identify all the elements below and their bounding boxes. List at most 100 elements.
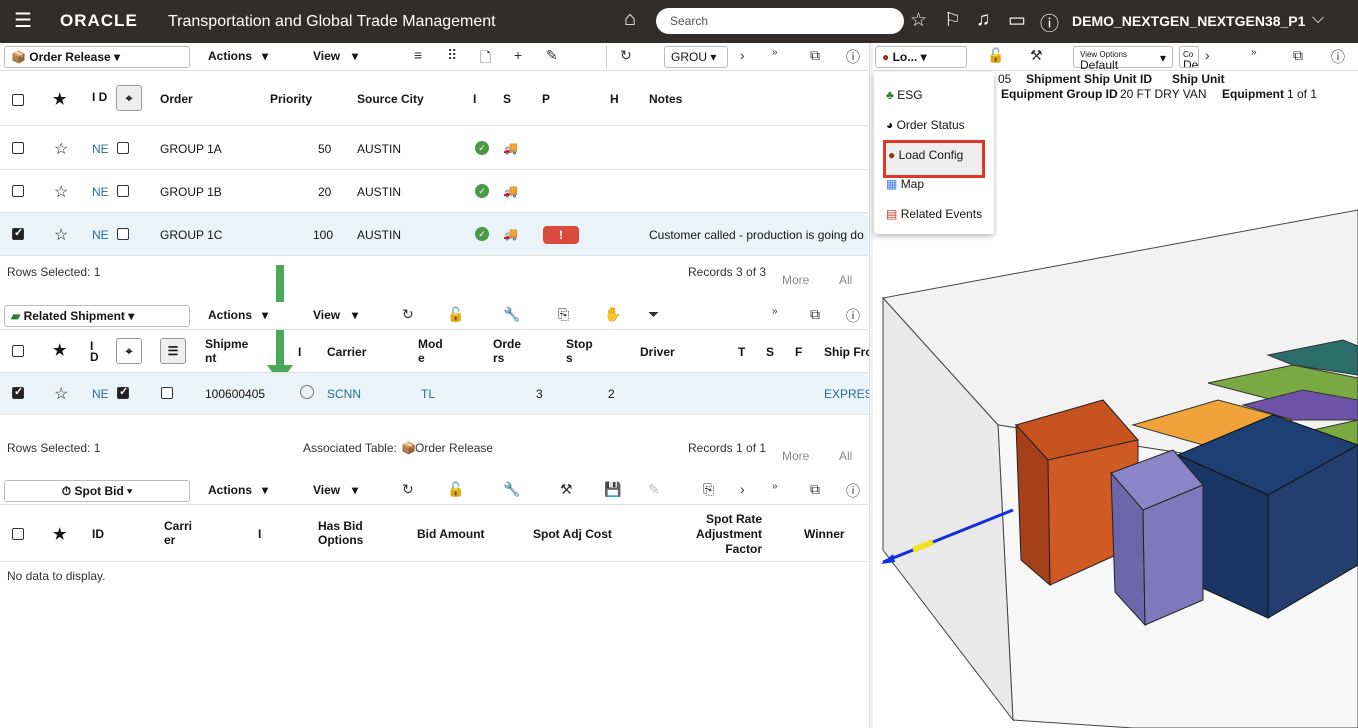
ship-from-cell[interactable]: EXPRES — [824, 387, 873, 401]
chevron-down-icon[interactable]: ▾ — [262, 308, 268, 322]
info-icon[interactable]: ⓘ — [846, 481, 860, 501]
column-order[interactable]: Order — [160, 92, 193, 106]
column-i[interactable]: I — [258, 527, 261, 541]
all-link[interactable]: All — [839, 273, 852, 287]
row-list-checkbox[interactable] — [161, 387, 173, 399]
copy-icon[interactable]: ⎘ — [703, 481, 714, 498]
column-mode[interactable]: Mod e — [418, 337, 448, 365]
column-notes[interactable]: Notes — [649, 92, 682, 106]
add-icon[interactable]: + — [514, 47, 522, 63]
refresh-icon[interactable]: ↻ — [620, 47, 632, 64]
column-s[interactable]: S — [503, 92, 511, 106]
table-row[interactable]: ☆ NE GROUP 1A 50 AUSTIN ✓ 🚚 — [0, 127, 868, 170]
map-pin-icon[interactable]: ⌖ — [116, 85, 142, 111]
lock-icon[interactable]: 🔓 — [987, 47, 1004, 64]
menu-item-esg[interactable]: ♣ ESG — [886, 88, 923, 102]
save-icon[interactable]: 💾 — [604, 481, 621, 498]
panel-selector[interactable]: ● Lo... ▾ — [875, 46, 967, 68]
refresh-icon[interactable]: ↻ — [402, 306, 414, 323]
overflow-icon[interactable]: » — [772, 306, 778, 317]
grid-icon[interactable]: ⠿ — [447, 47, 457, 64]
search-icon[interactable]: ⚲ — [880, 10, 892, 30]
search-input[interactable]: Search — [656, 8, 904, 34]
actions-menu[interactable]: Actions — [208, 308, 252, 322]
favorites-star-icon[interactable]: ☆ — [910, 9, 927, 32]
row-id[interactable]: NE — [92, 185, 109, 199]
row-id[interactable]: NE — [92, 228, 109, 242]
wrench-icon[interactable]: 🔧 — [503, 306, 520, 323]
overflow-icon[interactable]: » — [772, 481, 778, 492]
view-menu[interactable]: View — [313, 483, 340, 497]
chevron-right-icon[interactable]: › — [740, 47, 745, 63]
row-inner-checkbox[interactable] — [117, 228, 129, 240]
star-outline-icon[interactable]: ☆ — [54, 384, 68, 404]
filter-list-icon[interactable]: ≡ — [414, 47, 422, 63]
user-name[interactable]: DEMO_NEXTGEN_NEXTGEN38_P1 — [1072, 13, 1305, 29]
lock-icon[interactable]: 🔓 — [447, 481, 464, 498]
secondary-select[interactable]: Co De — [1179, 46, 1199, 68]
menu-item-map[interactable]: ▦ Map — [886, 177, 924, 191]
select-all-checkbox[interactable] — [12, 94, 24, 106]
messages-icon[interactable]: ▭ — [1008, 9, 1026, 32]
copy-icon[interactable]: ⎘ — [558, 306, 569, 323]
column-winner[interactable]: Winner — [804, 527, 845, 541]
all-link[interactable]: All — [839, 449, 852, 463]
chevron-down-icon[interactable]: ▾ — [352, 49, 358, 63]
menu-item-related-events[interactable]: ▤ Related Events — [886, 207, 982, 221]
radio-button[interactable] — [300, 385, 314, 399]
saved-query-select[interactable]: GROU ▾ — [664, 46, 728, 68]
open-external-icon[interactable]: ⧉ — [810, 306, 820, 323]
hand-icon[interactable]: ✋ — [604, 306, 621, 323]
column-f[interactable]: F — [795, 345, 802, 359]
column-ship-from[interactable]: Ship Fro — [824, 345, 873, 359]
column-stops[interactable]: Stop s — [566, 337, 600, 365]
column-source-city[interactable]: Source City — [357, 92, 424, 106]
column-h[interactable]: H — [610, 92, 619, 106]
menu-item-order-status[interactable]: ◕ Order Status — [886, 118, 965, 132]
star-outline-icon[interactable]: ☆ — [54, 225, 68, 245]
edit-pencil-icon[interactable]: ✎ — [546, 47, 558, 64]
chevron-right-icon[interactable]: › — [740, 481, 745, 497]
column-priority[interactable]: Priority — [270, 92, 312, 106]
home-icon[interactable]: ⌂ — [624, 8, 636, 31]
column-t[interactable]: T — [738, 345, 745, 359]
column-orders[interactable]: Orde rs — [493, 337, 527, 365]
star-outline-icon[interactable]: ☆ — [54, 139, 68, 159]
row-inner-checkbox[interactable] — [117, 142, 129, 154]
column-s[interactable]: S — [766, 345, 774, 359]
shipment-cell[interactable]: 100600405 — [205, 387, 265, 401]
open-external-icon[interactable]: ⧉ — [810, 47, 820, 64]
tools-icon[interactable]: ⚒ — [1030, 47, 1043, 64]
select-all-checkbox[interactable] — [12, 345, 24, 357]
row-id[interactable]: NE — [92, 142, 109, 156]
alert-badge[interactable]: ! — [543, 226, 579, 244]
flag-icon[interactable]: ⚐ — [944, 9, 961, 32]
actions-menu[interactable]: Actions — [208, 49, 252, 63]
row-inner-checkbox[interactable] — [117, 185, 129, 197]
overflow-icon[interactable]: » — [1251, 47, 1257, 58]
column-id[interactable]: ID — [92, 527, 104, 541]
row-id[interactable]: NE — [92, 387, 109, 401]
row-checkbox[interactable] — [12, 142, 24, 154]
object-selector-related-shipment[interactable]: ▰ Related Shipment ▾ — [4, 305, 190, 327]
select-all-checkbox[interactable] — [12, 528, 24, 540]
help-icon[interactable]: ⓘ — [1040, 9, 1059, 36]
more-link[interactable]: More — [782, 273, 809, 287]
actions-menu[interactable]: Actions — [208, 483, 252, 497]
filter-icon[interactable]: ⏷ — [648, 306, 659, 323]
info-icon[interactable]: ⓘ — [846, 306, 860, 326]
chevron-down-icon[interactable]: ▾ — [262, 483, 268, 497]
column-carrier[interactable]: Carrier — [327, 345, 366, 359]
row-checkbox[interactable] — [12, 185, 24, 197]
hamburger-menu-icon[interactable]: ☰ — [14, 11, 32, 31]
map-pin-icon[interactable]: ⌖ — [116, 338, 142, 364]
wrench-icon[interactable]: 🔧 — [503, 481, 520, 498]
open-external-icon[interactable]: ⧉ — [1293, 47, 1303, 64]
table-row[interactable]: ☆ NE GROUP 1C 100 AUSTIN ✓ 🚚 ! Customer … — [0, 213, 868, 256]
column-id[interactable]: I D — [92, 90, 107, 104]
column-shipment[interactable]: Shipme nt — [205, 337, 255, 365]
star-outline-icon[interactable]: ☆ — [54, 182, 68, 202]
column-i[interactable]: I — [298, 345, 301, 359]
tools-icon[interactable]: ⚒ — [560, 481, 573, 498]
row-inner-checkbox[interactable] — [117, 385, 129, 399]
